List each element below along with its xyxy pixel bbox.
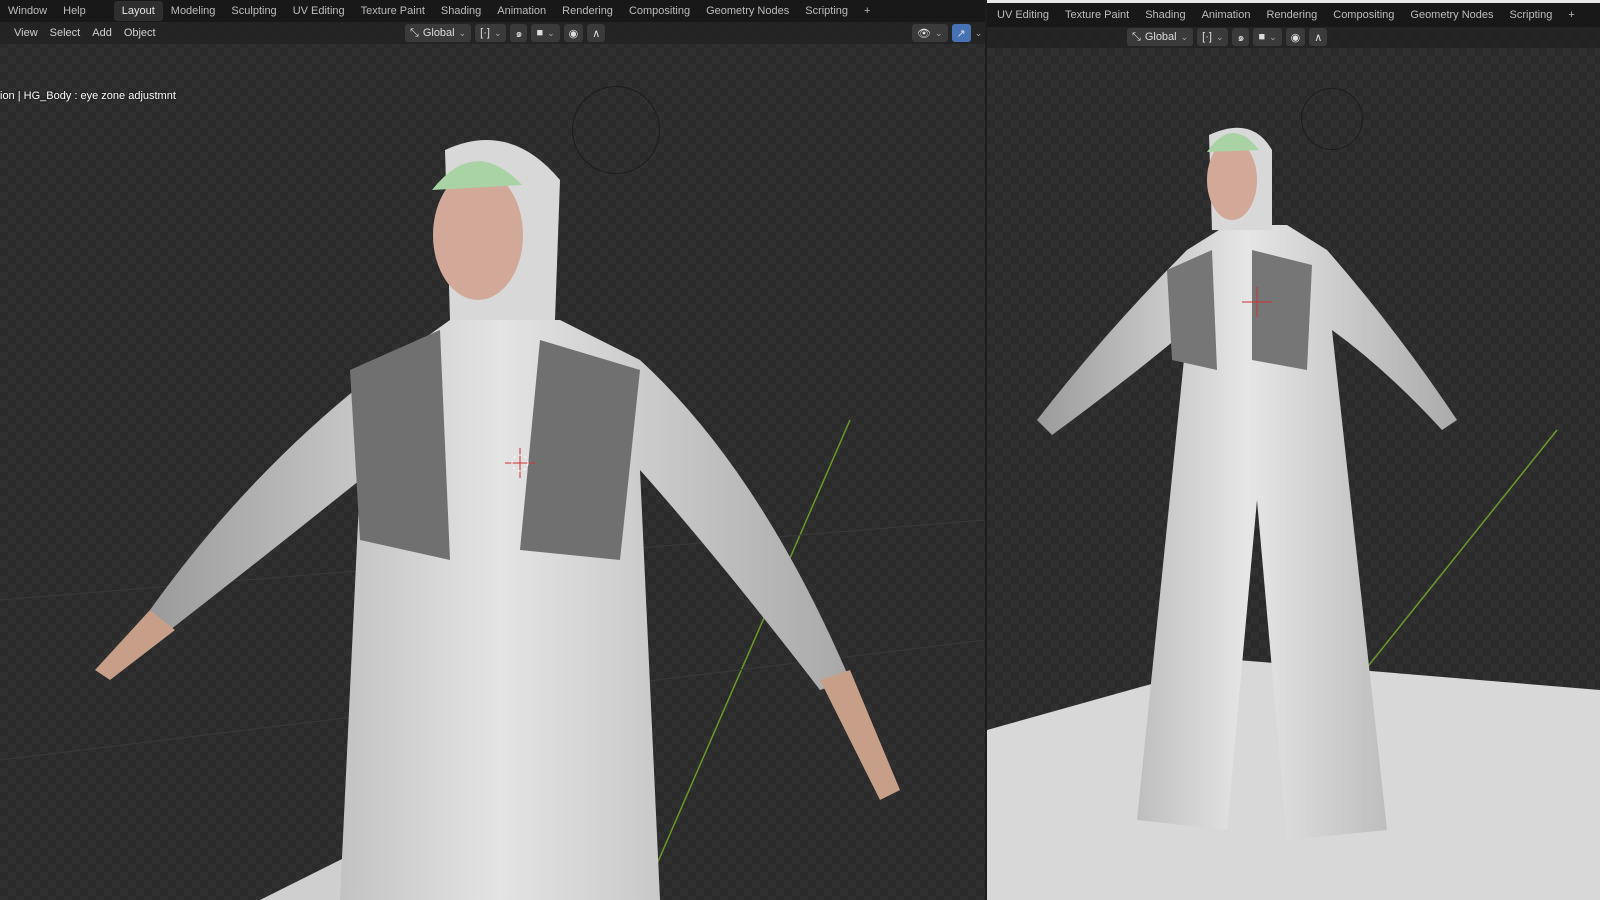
tab-animation[interactable]: Animation: [1194, 5, 1259, 25]
tab-shading[interactable]: Shading: [433, 1, 489, 21]
orientation-icon: ⤡: [410, 26, 419, 39]
proportional-icon: ◉: [1290, 31, 1301, 44]
workspace-tabs-bar: UV Editing Texture Paint Shading Animati…: [987, 3, 1600, 27]
right-scene-render: [987, 127, 1600, 900]
tab-scripting[interactable]: Scripting: [797, 1, 856, 21]
proportional-edit-toggle[interactable]: ◉: [563, 24, 584, 42]
visibility-dropdown[interactable]: 👁 ⌄: [912, 24, 948, 42]
snap-toggle[interactable]: ๑: [1232, 28, 1250, 46]
snap-target-dropdown[interactable]: ■ ⌄: [531, 24, 560, 42]
menu-view[interactable]: View: [8, 27, 44, 39]
falloff-curve-icon: ∧: [592, 27, 601, 40]
proportional-edit-toggle[interactable]: ◉: [1285, 28, 1306, 46]
falloff-curve-icon: ∧: [1314, 31, 1323, 44]
transform-orientation-dropdown[interactable]: ⤡ Global ⌄: [1127, 28, 1194, 46]
menu-window[interactable]: Window: [0, 1, 55, 21]
tab-modeling[interactable]: Modeling: [163, 1, 224, 21]
right-viewport[interactable]: UV Editing Texture Paint Shading Animati…: [987, 0, 1600, 900]
pivot-point-dropdown[interactable]: [·] ⌄: [475, 24, 507, 42]
workspace-tabs-bar: Window Help Layout Modeling Sculpting UV…: [0, 0, 985, 22]
orientation-value: Global: [1144, 31, 1177, 43]
menu-select[interactable]: Select: [44, 27, 87, 39]
y-axis-line: [1356, 429, 1558, 681]
navigation-gizmo[interactable]: [572, 86, 660, 174]
menu-help[interactable]: Help: [55, 1, 94, 21]
chevron-down-icon[interactable]: ⌄: [975, 28, 983, 39]
proportional-icon: ◉: [568, 27, 579, 40]
tab-texture-paint[interactable]: Texture Paint: [353, 1, 433, 21]
pivot-point-dropdown[interactable]: [·] ⌄: [1197, 28, 1229, 46]
gizmo-toggle[interactable]: ↗: [951, 24, 971, 42]
transform-orientation-dropdown[interactable]: ⤡ Global ⌄: [405, 24, 472, 42]
tab-compositing[interactable]: Compositing: [621, 1, 698, 21]
tab-scripting[interactable]: Scripting: [1502, 5, 1561, 25]
tab-compositing[interactable]: Compositing: [1325, 5, 1402, 25]
snap-target-dropdown[interactable]: ■ ⌄: [1253, 28, 1282, 46]
tab-texture-paint[interactable]: Texture Paint: [1057, 5, 1137, 25]
tab-shading[interactable]: Shading: [1137, 5, 1193, 25]
tab-uv-editing[interactable]: UV Editing: [285, 1, 353, 21]
pivot-icon: [·]: [1202, 31, 1212, 43]
magnet-icon: ๑: [1237, 32, 1245, 44]
tab-sculpting[interactable]: Sculpting: [223, 1, 284, 21]
square-icon: ■: [1258, 31, 1266, 43]
tab-geometry-nodes[interactable]: Geometry Nodes: [1402, 5, 1501, 25]
tab-rendering[interactable]: Rendering: [554, 1, 621, 21]
chevron-down-icon: ⌄: [1180, 31, 1189, 42]
add-workspace-button[interactable]: +: [856, 1, 878, 21]
navigation-gizmo[interactable]: [1301, 88, 1363, 150]
chevron-down-icon: ⌄: [458, 27, 467, 38]
magnet-icon: ๑: [515, 28, 523, 40]
tab-geometry-nodes[interactable]: Geometry Nodes: [698, 1, 797, 21]
tab-animation[interactable]: Animation: [489, 1, 554, 21]
tab-layout[interactable]: Layout: [113, 1, 163, 21]
eye-icon: 👁: [917, 27, 931, 40]
add-workspace-button[interactable]: +: [1560, 5, 1582, 25]
tab-rendering[interactable]: Rendering: [1258, 5, 1325, 25]
orientation-icon: ⤡: [1132, 30, 1141, 43]
menu-object[interactable]: Object: [118, 27, 162, 39]
falloff-dropdown[interactable]: ∧: [1309, 28, 1328, 46]
gizmo-icon: ↗: [956, 27, 966, 40]
menu-add[interactable]: Add: [86, 27, 118, 39]
snap-toggle[interactable]: ๑: [510, 24, 528, 42]
square-icon: ■: [536, 27, 544, 39]
viewport-status-text: ion | HG_Body : eye zone adjustmnt: [0, 90, 176, 102]
pivot-icon: [·]: [480, 27, 490, 39]
tab-uv-editing[interactable]: UV Editing: [989, 5, 1057, 25]
left-scene-render: [0, 140, 985, 900]
falloff-dropdown[interactable]: ∧: [587, 24, 606, 42]
left-viewport[interactable]: Window Help Layout Modeling Sculpting UV…: [0, 0, 985, 900]
orientation-value: Global: [422, 27, 455, 39]
